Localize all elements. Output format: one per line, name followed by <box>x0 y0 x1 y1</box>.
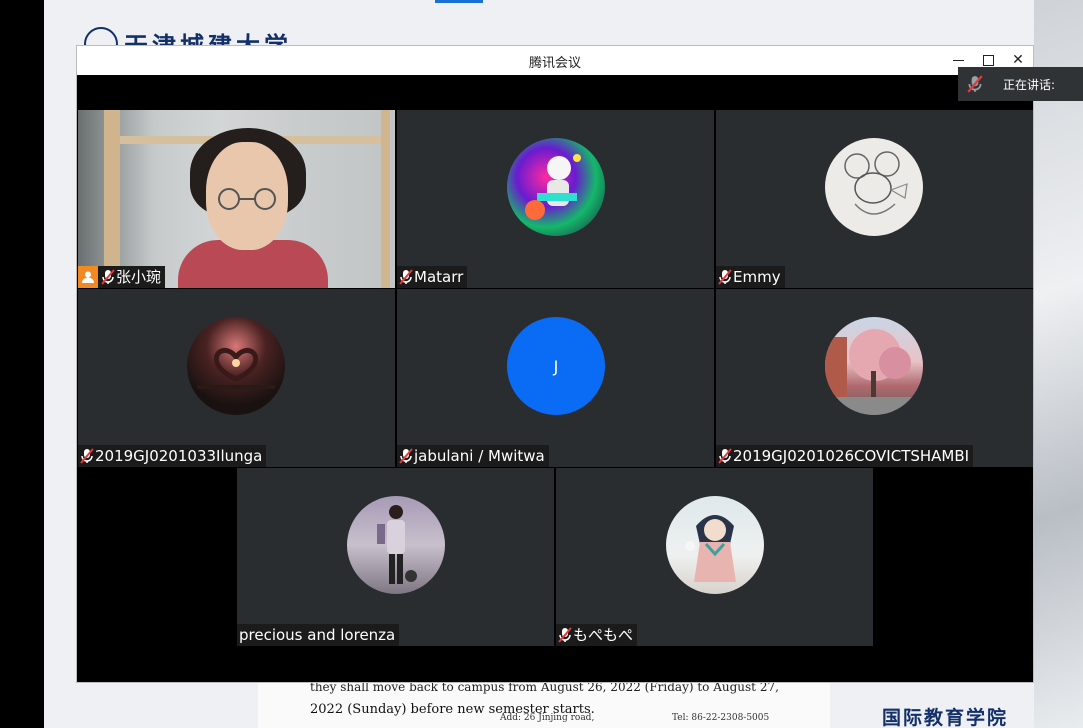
participant-name: 2019GJ0201033Ilunga <box>95 447 263 465</box>
mic-muted-icon <box>101 269 115 285</box>
participant-name: もぺもぺ <box>573 626 634 644</box>
participant-tile[interactable]: もぺもぺ <box>556 468 873 646</box>
avatar <box>825 138 923 236</box>
participant-name-tag: precious and lorenza <box>237 624 400 646</box>
participant-name: jabulani / Mwitwa <box>414 447 545 465</box>
person-avatar-icon <box>377 505 417 584</box>
heart-hands-avatar-icon <box>197 347 275 389</box>
participant-name: precious and lorenza <box>239 626 396 644</box>
avatar: J <box>507 317 605 415</box>
participant-tile[interactable]: 2019GJ0201026COVICTSHAMBI <box>716 289 1033 467</box>
decor-strip <box>1034 0 1083 728</box>
participant-tile[interactable]: 张小琬 <box>78 110 395 288</box>
anime-avatar-icon <box>685 515 736 582</box>
participant-name: 2019GJ0201026COVICTSHAMBI <box>733 447 970 465</box>
participant-name-tag: 2019GJ0201026COVICTSHAMBI <box>716 445 974 467</box>
title-bar[interactable]: 腾讯会议 ✕ <box>77 46 1033 75</box>
avatar-letter: J <box>553 356 559 376</box>
participant-name-tag: jabulani / Mwitwa <box>397 445 549 467</box>
participant-name-tag: 张小琬 <box>78 266 166 288</box>
host-icon <box>78 266 98 288</box>
participant-name-tag: Emmy <box>716 266 785 288</box>
document-telephone: Tel: 86-22-2308-5005 <box>672 713 770 723</box>
participant-tile[interactable]: precious and lorenza <box>237 468 554 646</box>
cartoon-avatar-icon <box>844 151 908 215</box>
avatar <box>825 317 923 415</box>
participant-name-tag: Matarr <box>397 266 468 288</box>
mic-muted-icon <box>558 627 572 643</box>
document-address: Add: 26 Jinjing road, <box>500 713 595 723</box>
participant-name: Emmy <box>733 268 781 286</box>
participant-name-tag: 2019GJ0201033Ilunga <box>78 445 267 467</box>
college-name: 国际教育学院 <box>882 707 1009 728</box>
video-person-glasses <box>218 188 276 210</box>
window-title: 腾讯会议 <box>528 56 581 71</box>
speaking-indicator[interactable]: 正在讲话: <box>958 67 1083 101</box>
video-background-frame <box>104 110 120 288</box>
meeting-window: 腾讯会议 ✕ 张小琬 Matarr Emmy 2019GJ0201033Ilun… <box>76 45 1034 683</box>
participant-video <box>78 110 395 288</box>
avatar <box>666 496 764 594</box>
video-background-frame <box>381 110 390 288</box>
participant-tile[interactable]: J jabulani / Mwitwa <box>397 289 714 467</box>
avatar <box>347 496 445 594</box>
mic-muted-icon <box>80 448 94 464</box>
participant-tile[interactable]: Matarr <box>397 110 714 288</box>
close-icon: ✕ <box>1012 52 1024 68</box>
top-accent-bar <box>435 0 483 3</box>
speaking-label: 正在讲话: <box>1003 78 1056 92</box>
participant-tile[interactable]: 2019GJ0201033Ilunga <box>78 289 395 467</box>
participant-name: Matarr <box>414 268 464 286</box>
mic-muted-icon <box>399 269 413 285</box>
tree-avatar-icon <box>825 329 923 415</box>
mic-muted-icon <box>967 75 983 93</box>
avatar <box>507 138 605 236</box>
mic-muted-icon <box>399 448 413 464</box>
mic-muted-icon <box>718 269 732 285</box>
minimize-icon <box>952 59 964 61</box>
maximize-icon <box>982 54 994 66</box>
astronaut-avatar-icon <box>525 154 581 220</box>
mic-muted-icon <box>718 448 732 464</box>
avatar <box>187 317 285 415</box>
participant-name: 张小琬 <box>116 268 162 286</box>
participant-name-tag: もぺもぺ <box>556 624 638 646</box>
participant-tile[interactable]: Emmy <box>716 110 1033 288</box>
